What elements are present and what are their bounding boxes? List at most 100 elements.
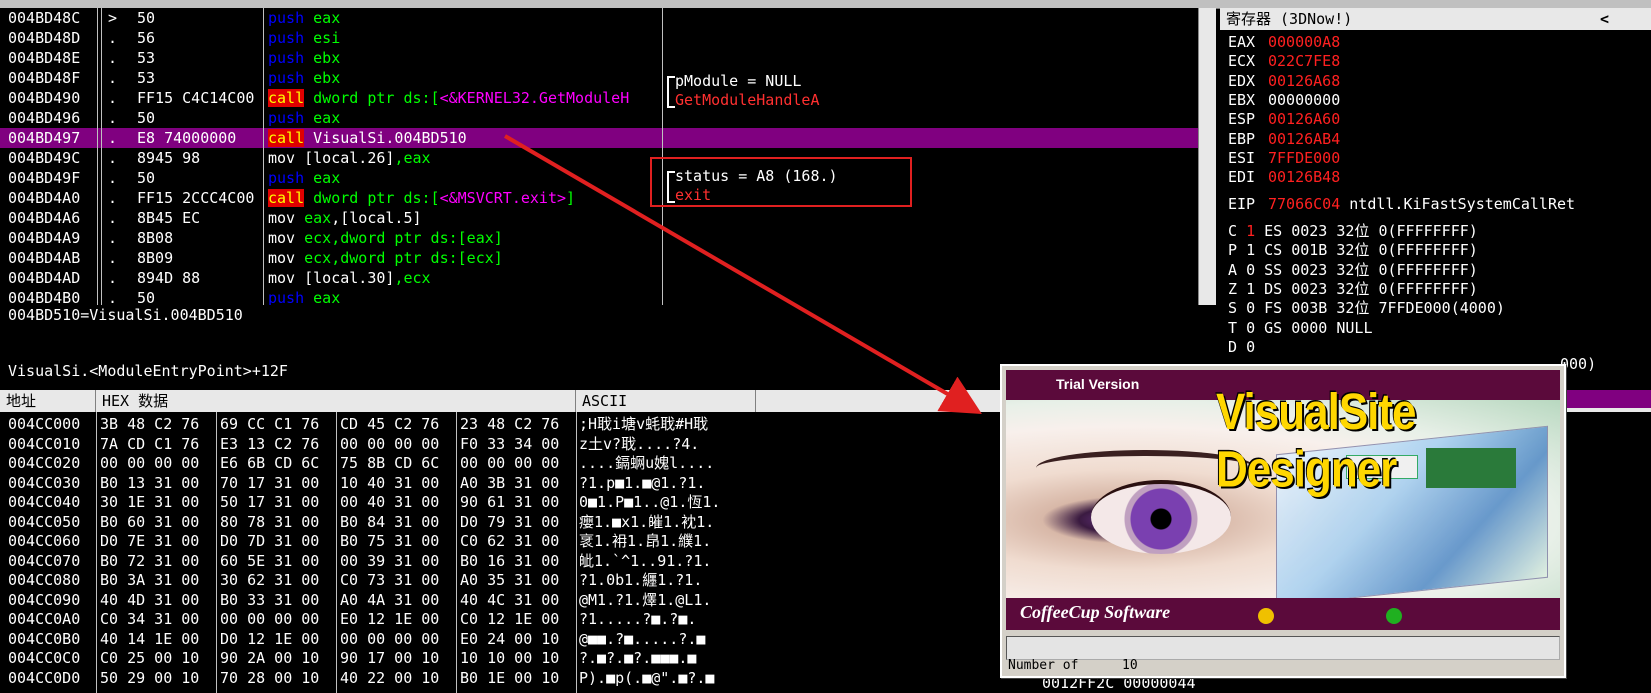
disasm-operand: VisualSi.004BD510 [304, 129, 467, 147]
register-eax[interactable]: EAX 000000A8 [1228, 32, 1340, 52]
register-value: 00126A68 [1268, 71, 1341, 90]
disasm-hex: 50 [137, 109, 156, 127]
disasm-operand: ,eax [394, 149, 431, 167]
splash-window[interactable]: Trial Version VisualSite Designer Coffee… [1000, 364, 1566, 678]
dump-hex-group: B0 1E 00 10 [460, 668, 560, 687]
disasm-address: 004BD48E [8, 49, 81, 67]
hex-dump-pane[interactable]: 地址 HEX 数据 ASCII 004CC000 3B 48 C2 76 69 CC… [0, 390, 1651, 693]
register-name: ESI [1228, 148, 1256, 167]
disasm-address: 004BD4A0 [8, 189, 81, 207]
registers-pane[interactable]: 寄存器 (3DNow!) < EAX 000000A8 ECX 022C7FE8 EDX… [1220, 8, 1651, 388]
col-header-address[interactable]: 地址 [0, 390, 96, 412]
column-divider [101, 8, 102, 305]
flag-row[interactable]: D 0 [1228, 337, 1255, 357]
disasm-mnemonic: mov [268, 269, 296, 287]
dump-hex-group: 00 40 31 00 [340, 493, 440, 511]
buy-now-icon[interactable] [1258, 608, 1274, 624]
col-header-hex[interactable]: HEX 数据 [96, 390, 576, 412]
disasm-marker: . [108, 129, 118, 147]
registers-header[interactable]: 寄存器 (3DNow!) < [1220, 8, 1651, 30]
dump-hex-group: A0 4A 31 00 [340, 590, 440, 609]
disasm-mnemonic: push [268, 29, 305, 47]
disasm-operand: ] [566, 189, 576, 207]
dump-ascii: ....鎘蛧u媿l.... [579, 454, 715, 472]
disasm-marker: . [108, 289, 118, 305]
register-ecx[interactable]: ECX 022C7FE8 [1228, 51, 1340, 71]
dump-hex-group: E0 24 00 10 [460, 629, 560, 648]
disasm-marker: . [108, 29, 118, 47]
dump-hex-group: E0 12 1E 00 [340, 610, 440, 628]
register-name: EBP [1228, 129, 1256, 148]
flag-row[interactable]: T 0 GS 0000 NULL [1228, 318, 1373, 338]
disasm-row[interactable]: 004BD4B0. 50 push eax [0, 288, 1200, 305]
disassembly-scrollbar[interactable] [1198, 8, 1216, 305]
flag-name: A [1228, 260, 1238, 279]
disasm-marker: . [108, 149, 118, 167]
dump-hex-group: 60 5E 31 00 [220, 551, 320, 570]
dump-address: 004CC020 [8, 454, 81, 472]
disasm-row[interactable]: 004BD490. FF15 C4C14C00 call dword ptr ds:… [0, 88, 1200, 108]
register-ebp[interactable]: EBP 00126AB4 [1228, 129, 1340, 149]
register-edi[interactable]: EDI 00126B48 [1228, 167, 1340, 187]
disasm-row[interactable]: 004BD496. 50 push eax [0, 108, 1200, 128]
flag-row[interactable]: A 0 SS 0023 32位 0(FFFFFFFF) [1228, 260, 1478, 280]
dump-address: 004CC0B0 [8, 629, 81, 648]
splash-status: Number of 10 [1008, 658, 1138, 673]
disasm-row[interactable]: 004BD48D. 56 push esi [0, 28, 1200, 48]
disasm-hex: FF15 2CCC4C00 [137, 189, 255, 207]
disasm-address: 004BD497 [8, 129, 81, 147]
flag-row[interactable]: C 1 ES 0023 32位 0(FFFFFFFF) [1228, 221, 1478, 241]
dump-hex-group: 30 62 31 00 [220, 571, 320, 589]
column-divider [96, 412, 97, 693]
start-icon[interactable] [1386, 608, 1402, 624]
disasm-instruction: push eax [268, 8, 340, 28]
dump-hex-group: 40 4C 31 00 [460, 590, 560, 609]
disasm-row[interactable]: 004BD4A9. 8B08 mov ecx,dword ptr ds:[eax] [0, 228, 1200, 248]
dump-address: 004CC030 [8, 473, 81, 492]
disasm-row[interactable]: 004BD49F. 50 push eax [0, 168, 1200, 188]
disasm-hex: 56 [137, 29, 156, 47]
disasm-row[interactable]: 004BD48F. 53 push ebx [0, 68, 1200, 88]
collapse-button[interactable]: < [1600, 8, 1609, 30]
disasm-marker: . [108, 229, 118, 247]
disasm-marker: . [108, 69, 118, 87]
register-value: 00126AB4 [1268, 129, 1341, 148]
register-esp[interactable]: ESP 00126A60 [1228, 109, 1340, 129]
disasm-row[interactable]: 004BD497. E8 74000000 call VisualSi.004BD5… [0, 128, 1200, 148]
dump-address: 004CC0D0 [8, 668, 81, 687]
dump-ascii: 0■1.P■1..@1.恆1. [579, 493, 721, 511]
disasm-address: 004BD496 [8, 109, 81, 127]
register-eip[interactable]: EIP 77066C04 ntdll.KiFastSystemCallRet [1228, 194, 1575, 214]
register-esi[interactable]: ESI 7FFDE000 [1228, 148, 1340, 168]
disasm-hex: 50 [137, 289, 156, 305]
disassembly-pane[interactable]: 004BD4B0. 50 push eax 004BD4AD. 894D 88 mov [… [0, 8, 1216, 305]
disasm-row[interactable]: 004BD4AB. 8B09 mov ecx,dword ptr ds:[ecx] [0, 248, 1200, 268]
disasm-marker: . [108, 209, 118, 227]
dump-hex-group: 40 14 1E 00 [100, 629, 200, 648]
dump-hex-group: B0 84 31 00 [340, 512, 440, 531]
disasm-row[interactable]: 004BD48E. 53 push ebx [0, 48, 1200, 68]
disasm-hex: 8B45 EC [137, 209, 201, 227]
comment-exit: exit [675, 186, 712, 204]
register-edx[interactable]: EDX 00126A68 [1228, 71, 1340, 91]
dump-hex-group: 00 00 00 00 [340, 629, 440, 648]
disasm-operand: dword ptr ds:[ [304, 89, 440, 107]
disasm-operand: [local.26] [295, 149, 395, 167]
register-value: 00126B48 [1268, 168, 1341, 187]
column-divider [456, 412, 457, 693]
register-ebx[interactable]: EBX 00000000 [1228, 90, 1340, 110]
disasm-address: 004BD4A6 [8, 209, 81, 227]
disasm-row[interactable]: 004BD4A6. 8B45 EC mov eax,[local.5] [0, 208, 1200, 228]
col-header-ascii[interactable]: ASCII [576, 390, 756, 412]
disasm-row[interactable]: 004BD49C. 8945 98 mov [local.26],eax [0, 148, 1200, 168]
flag-row[interactable]: S 0 FS 003B 32位 7FFDE000(4000) [1228, 298, 1505, 318]
flag-row[interactable]: P 1 CS 001B 32位 0(FFFFFFFF) [1228, 240, 1478, 260]
dump-hex-group: C0 12 1E 00 [460, 610, 560, 628]
disasm-row[interactable]: 004BD4A0. FF15 2CCC4C00 call dword ptr ds:… [0, 188, 1200, 208]
disasm-instruction: mov [local.30],ecx [268, 268, 431, 288]
disasm-row[interactable]: 004BD48C >50 push eax [0, 8, 1200, 28]
disasm-address: 004BD4AB [8, 249, 81, 267]
disasm-row[interactable]: 004BD4AD. 894D 88 mov [local.30],ecx [0, 268, 1200, 288]
flag-row[interactable]: Z 1 DS 0023 32位 0(FFFFFFFF) [1228, 279, 1478, 299]
column-divider [576, 412, 577, 693]
